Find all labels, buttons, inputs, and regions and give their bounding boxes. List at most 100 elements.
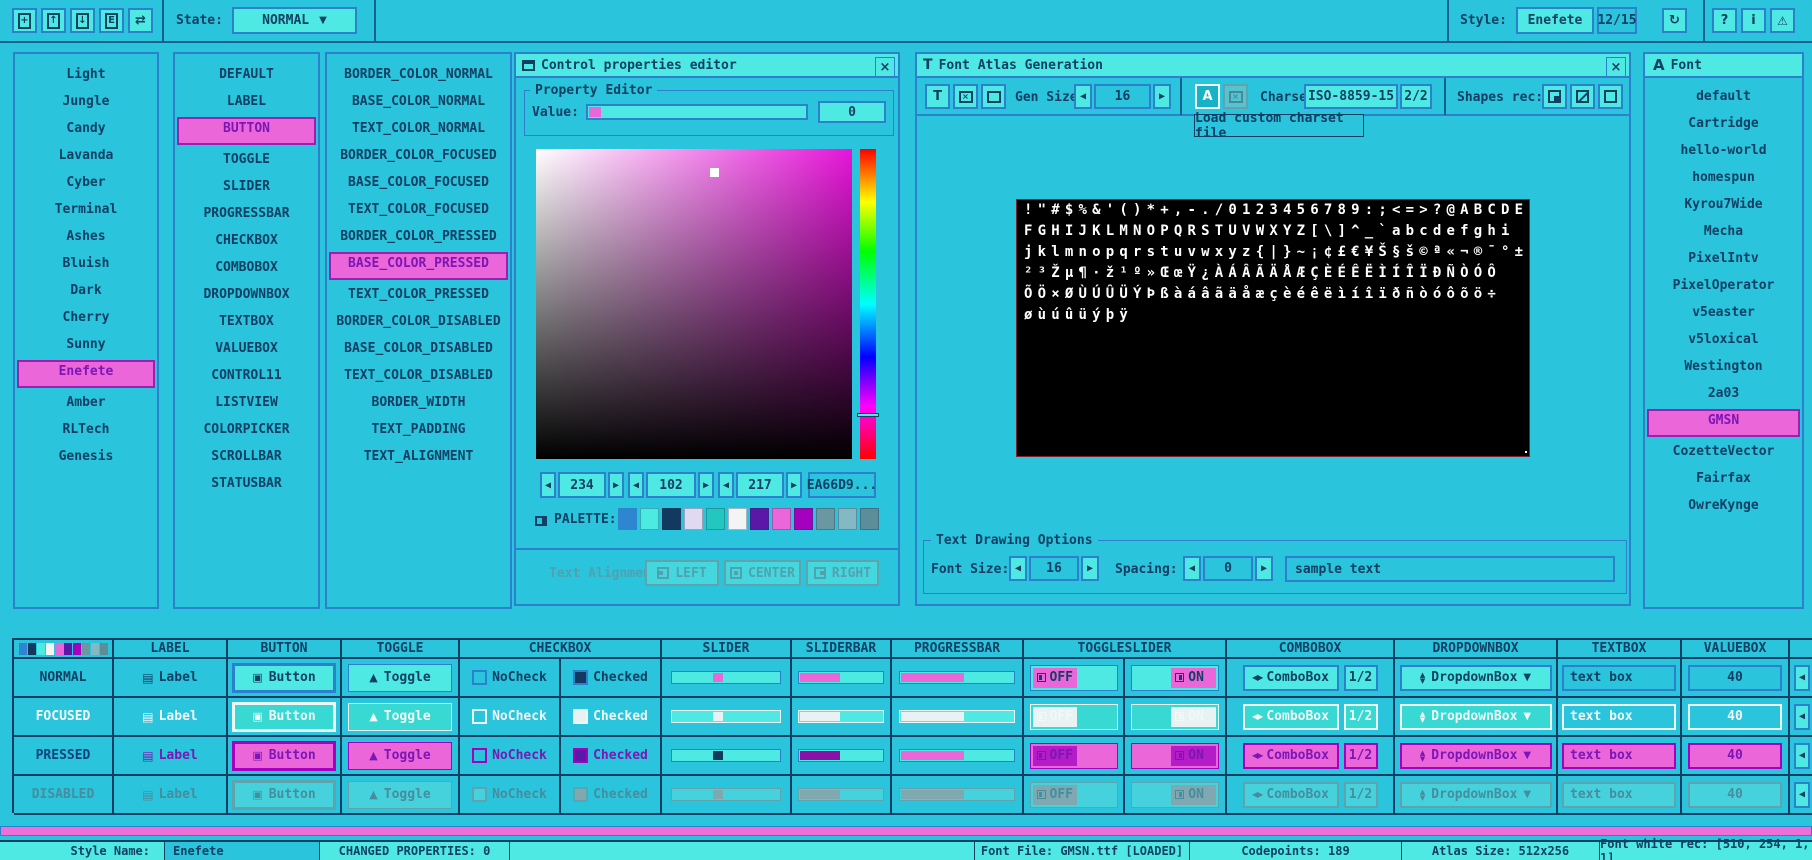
combobox-counter[interactable]: 1/2 [1344,782,1378,808]
font-list-item[interactable]: v5loxical [1647,328,1800,352]
font-list-item[interactable]: Mecha [1647,220,1800,244]
help-button[interactable]: ? [1712,8,1737,33]
font-list-item[interactable]: v5easter [1647,301,1800,325]
palette-swatch[interactable] [750,508,769,530]
spacing-value[interactable]: 0 [1203,556,1253,581]
value-box[interactable]: 0 [818,101,886,123]
style-list-item[interactable]: Amber [17,391,155,415]
toggleslider-knob[interactable]: ON [1171,668,1216,688]
palette-swatch[interactable] [728,508,747,530]
sliderbar-sample[interactable] [798,788,884,801]
control-list-item[interactable]: BUTTON [177,117,316,145]
property-list-item[interactable]: BORDER_COLOR_NORMAL [329,63,508,87]
clear-font-button[interactable]: × [953,84,978,109]
close-icon[interactable]: × [1606,57,1626,77]
green-value[interactable]: 102 [646,472,696,498]
toggleslider-off-sample[interactable]: OFF [1030,704,1118,730]
color-picker-panel[interactable] [536,149,852,459]
button-sample[interactable]: ▣ Button [232,741,336,771]
property-list-item[interactable]: BORDER_COLOR_FOCUSED [329,144,508,168]
property-list-item[interactable]: TEXT_COLOR_DISABLED [329,364,508,388]
toggleslider-off-sample[interactable]: OFF [1030,665,1118,691]
style-list-item[interactable]: Dark [17,279,155,303]
style-list-item[interactable]: Light [17,63,155,87]
control-list-item[interactable]: LISTVIEW [177,391,316,415]
font-size-increment-button[interactable]: ▶ [1081,556,1099,581]
export-image-button[interactable] [981,84,1006,109]
combobox-sample[interactable]: ◀▶ ComboBox [1243,782,1339,808]
combobox-sample[interactable]: ◀▶ ComboBox [1243,704,1339,730]
palette-swatch[interactable] [860,508,879,530]
info-button[interactable]: i [1741,8,1766,33]
gen-size-increment-button[interactable]: ▶ [1153,84,1171,109]
button-sample[interactable]: ▣ Button [232,702,336,732]
green-increment-button[interactable]: ▶ [698,472,714,498]
new-style-button[interactable]: + [12,8,37,33]
charset-value[interactable]: ISO-8859-15 [1304,84,1398,109]
checkbox-unchecked[interactable] [472,748,487,763]
property-list-item[interactable]: TEXT_PADDING [329,418,508,442]
textbox-sample[interactable]: text box [1562,743,1676,769]
control-list-item[interactable]: TOGGLE [177,148,316,172]
property-list-item[interactable]: TEXT_COLOR_PRESSED [329,283,508,307]
toggleslider-knob[interactable]: ON [1171,707,1216,727]
style-list-item[interactable]: Lavanda [17,144,155,168]
property-list-item[interactable]: BASE_COLOR_DISABLED [329,337,508,361]
style-list-item[interactable]: Candy [17,117,155,141]
toggleslider-knob[interactable]: OFF [1033,668,1078,688]
palette-swatch[interactable] [706,508,725,530]
slider-handle[interactable] [713,712,723,721]
spacing-increment-button[interactable]: ▶ [1255,556,1273,581]
red-increment-button[interactable]: ▶ [608,472,624,498]
font-size-decrement-button[interactable]: ◀ [1009,556,1027,581]
textbox-sample[interactable]: text box [1562,704,1676,730]
font-list-item[interactable]: Cartridge [1647,112,1800,136]
hue-bar-cursor[interactable] [857,413,879,417]
checkbox-unchecked[interactable] [472,787,487,802]
property-list-item[interactable]: BORDER_COLOR_PRESSED [329,225,508,249]
checkbox-checked[interactable] [573,787,588,802]
slider-sample[interactable] [671,788,781,801]
blue-increment-button[interactable]: ▶ [786,472,802,498]
font-text-button[interactable]: T [925,84,950,109]
dropdownbox-sample[interactable]: ▲▼ DropdownBox ▼ [1400,665,1552,691]
toggle-sample[interactable]: ▲ Toggle [348,742,452,770]
property-list-item[interactable]: TEXT_ALIGNMENT [329,445,508,469]
shapes-rec-diagonal-button[interactable] [1570,84,1595,109]
align-left-button[interactable]: LEFT [645,560,719,586]
hue-bar[interactable] [860,149,876,459]
textbox-sample[interactable]: text box [1562,782,1676,808]
font-atlas-titlebar[interactable]: T Font Atlas Generation × [917,54,1629,78]
style-list-item[interactable]: Sunny [17,333,155,357]
blue-decrement-button[interactable]: ◀ [718,472,734,498]
random-style-button[interactable]: ⇄ [128,8,153,33]
style-list-item[interactable]: Enefete [17,360,155,388]
dropdownbox-sample[interactable]: ▲▼ DropdownBox ▼ [1400,782,1552,808]
palette-swatch[interactable] [772,508,791,530]
spacing-decrement-button[interactable]: ◀ [1183,556,1201,581]
save-style-button[interactable]: ↓ [70,8,95,33]
sliderbar-sample[interactable] [798,671,884,684]
align-right-button[interactable]: RIGHT [806,560,879,586]
control-list-item[interactable]: DEFAULT [177,63,316,87]
property-list-item[interactable]: BASE_COLOR_PRESSED [329,252,508,280]
toggleslider-knob[interactable]: OFF [1033,707,1078,727]
control-list-item[interactable]: PROGRESSBAR [177,202,316,226]
red-value[interactable]: 234 [558,472,606,498]
control-list-item[interactable]: TEXTBOX [177,310,316,334]
slider-handle[interactable] [713,673,723,682]
align-center-button[interactable]: CENTER [724,560,801,586]
about-button[interactable]: ⚠ [1770,8,1795,33]
slider-handle[interactable] [713,790,723,799]
control-list-item[interactable]: CONTROL11 [177,364,316,388]
font-list-item[interactable]: Fairfax [1647,467,1800,491]
palette-swatch[interactable] [662,508,681,530]
toggleslider-on-sample[interactable]: ON [1131,743,1219,769]
palette-swatch[interactable] [816,508,835,530]
properties-window-titlebar[interactable]: Control properties editor × [516,54,898,78]
toggleslider-off-sample[interactable]: OFF [1030,743,1118,769]
font-atlas-image[interactable]: !"#$%&'()*+,-./0123456789:;<=>?@ABCDEFGH… [1016,199,1530,457]
font-list-item[interactable]: homespun [1647,166,1800,190]
toggle-sample[interactable]: ▲ Toggle [348,781,452,809]
control-list-item[interactable]: CHECKBOX [177,229,316,253]
